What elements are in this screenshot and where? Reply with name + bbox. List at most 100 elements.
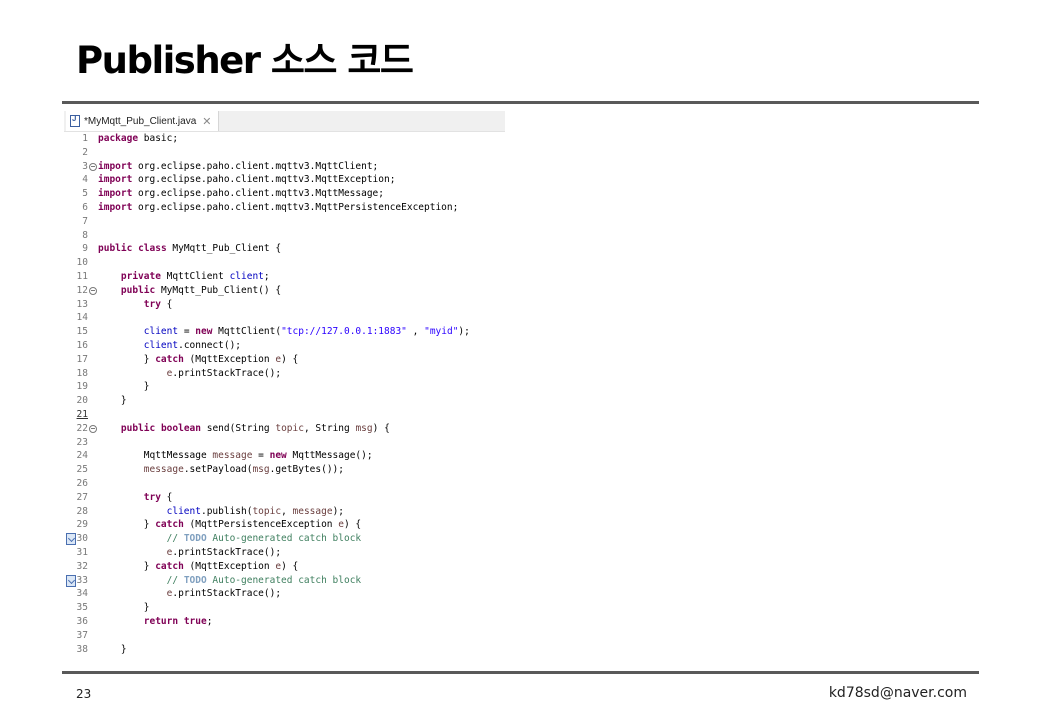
code-line[interactable]: 3 import org.eclipse.paho.client.mqttv3.M… — [64, 160, 505, 174]
author-email: kd78sd@naver.com — [828, 685, 967, 701]
line-number: 12 — [76, 284, 88, 296]
line-number: 37 — [76, 629, 88, 641]
line-number: 9 — [82, 243, 88, 255]
code-line[interactable]: 13 try { — [64, 298, 505, 312]
code-line[interactable]: 17 } catch (MqttException e) { — [64, 353, 505, 367]
line-number: 19 — [76, 381, 88, 393]
code-text: } catch (MqttException e) { — [98, 353, 299, 365]
line-number: 35 — [76, 602, 88, 614]
line-number: 4 — [82, 174, 88, 186]
line-number: 8 — [82, 229, 88, 241]
code-line[interactable]: 18 e.printStackTrace(); — [64, 367, 505, 381]
code-text: return true; — [143, 616, 213, 627]
code-line[interactable]: 21 — [64, 408, 505, 422]
code-line[interactable]: 33 // TODO Auto-generated catch block — [64, 574, 505, 588]
code-text: // TODO Auto-generated catch block — [166, 574, 362, 586]
code-text: } — [98, 643, 127, 655]
line-number: 26 — [76, 478, 88, 489]
code-text: client.connect(); — [143, 340, 242, 351]
line-number: 1 — [82, 133, 88, 144]
code-line[interactable]: 12 public MyMqtt_Pub_Client() { — [64, 284, 505, 298]
line-number: 3 — [82, 160, 88, 172]
line-number: 13 — [76, 298, 88, 310]
code-line[interactable]: 14 — [64, 311, 505, 325]
code-line[interactable]: 26 — [64, 477, 505, 491]
code-line[interactable]: 19 } — [64, 380, 505, 394]
code-line[interactable]: 10 — [64, 256, 505, 270]
code-line[interactable]: 6 import org.eclipse.paho.client.mqttv3.M… — [64, 201, 505, 215]
code-line[interactable]: 28 client.publish(topic, message); — [64, 505, 505, 519]
line-number: 10 — [76, 257, 88, 269]
fold-toggle-icon[interactable] — [89, 424, 97, 433]
code-text: } — [98, 602, 150, 614]
line-number: 6 — [82, 202, 88, 213]
code-line[interactable]: 15 client = new MqttClient("tcp://127.0.… — [64, 325, 505, 339]
code-line[interactable]: 32 } catch (MqttException e) { — [64, 560, 505, 574]
code-line[interactable]: 5 import org.eclipse.paho.client.mqttv3.M… — [64, 187, 505, 201]
line-number: 2 — [82, 146, 88, 158]
line-number: 24 — [76, 450, 88, 462]
line-number: 25 — [76, 464, 88, 476]
bottom-divider — [62, 671, 979, 674]
code-text: // TODO Auto-generated catch block — [166, 533, 362, 545]
code-line[interactable]: 8 — [64, 229, 505, 243]
code-line[interactable]: 38 } — [64, 643, 505, 657]
code-line[interactable]: 36 return true; — [64, 615, 505, 629]
code-line[interactable]: 20 } — [64, 394, 505, 408]
line-number: 29 — [76, 519, 88, 531]
fold-toggle-icon[interactable] — [89, 286, 97, 295]
code-line[interactable]: 11 private MqttClient client; — [64, 270, 505, 284]
code-text: public MyMqtt_Pub_Client() { — [120, 284, 282, 296]
line-number: 38 — [76, 643, 88, 655]
code-line[interactable]: 34 e.printStackTrace(); — [64, 587, 505, 601]
code-text: private MqttClient client; — [120, 271, 270, 282]
code-text: } catch (MqttException e) { — [98, 560, 299, 572]
code-text: e.printStackTrace(); — [166, 367, 282, 379]
code-text: import org.eclipse.paho.client.mqttv3.Mq… — [98, 188, 384, 200]
code-line[interactable]: 2 — [64, 146, 505, 160]
line-number: 14 — [76, 312, 88, 324]
code-text: MqttMessage message = new MqttMessage(); — [98, 450, 373, 462]
editor-tab[interactable]: *MyMqtt_Pub_Client.java ✕ — [66, 111, 219, 131]
code-line[interactable]: 35 } — [64, 601, 505, 615]
slide-title: Publisher 소스 코드 — [76, 39, 414, 82]
java-file-icon — [70, 114, 80, 127]
code-line[interactable]: 31 e.printStackTrace(); — [64, 546, 505, 560]
code-line[interactable]: 1 package basic; — [64, 132, 505, 146]
code-line[interactable]: 29 } catch (MqttPersistenceException e) … — [64, 518, 505, 532]
line-number: 16 — [76, 340, 88, 351]
code-text: message.setPayload(msg.getBytes()); — [143, 464, 344, 476]
code-text: } — [98, 381, 150, 393]
line-number: 7 — [82, 215, 88, 227]
code-text: client.publish(topic, message); — [166, 505, 345, 517]
code-line[interactable]: 23 — [64, 436, 505, 450]
page-number: 23 — [76, 687, 92, 701]
line-number: 22 — [76, 422, 88, 434]
code-line[interactable]: 30 // TODO Auto-generated catch block — [64, 532, 505, 546]
code-line[interactable]: 24 MqttMessage message = new MqttMessage… — [64, 449, 505, 463]
line-number: 28 — [76, 505, 88, 517]
line-number: 32 — [76, 560, 88, 572]
code-text: e.printStackTrace(); — [166, 547, 282, 558]
code-line[interactable]: 9 public class MyMqtt_Pub_Client { — [64, 242, 505, 256]
code-text: public boolean send(String topic, String… — [120, 422, 390, 434]
code-line[interactable]: 7 — [64, 215, 505, 229]
code-text-area[interactable]: 1 package basic; 2 3 import org.eclipse.paho… — [64, 132, 505, 661]
code-line[interactable]: 37 — [64, 629, 505, 643]
line-number: 18 — [76, 367, 88, 379]
code-text: try { — [143, 491, 173, 503]
close-icon[interactable]: ✕ — [202, 115, 211, 128]
line-number: 30 — [76, 533, 88, 545]
line-number: 5 — [82, 188, 88, 200]
code-text: e.printStackTrace(); — [166, 588, 282, 600]
editor-tab-label: *MyMqtt_Pub_Client.java — [84, 115, 197, 127]
line-number: 17 — [76, 353, 88, 365]
code-line[interactable]: 27 try { — [64, 491, 505, 505]
code-line[interactable]: 22 public boolean send(String topic, Str… — [64, 422, 505, 436]
line-number: 31 — [76, 547, 88, 558]
code-line[interactable]: 4 import org.eclipse.paho.client.mqttv3.M… — [64, 173, 505, 187]
code-line[interactable]: 25 message.setPayload(msg.getBytes()); — [64, 463, 505, 477]
line-number: 15 — [76, 326, 88, 338]
fold-toggle-icon[interactable] — [89, 162, 97, 171]
code-line[interactable]: 16 client.connect(); — [64, 339, 505, 353]
